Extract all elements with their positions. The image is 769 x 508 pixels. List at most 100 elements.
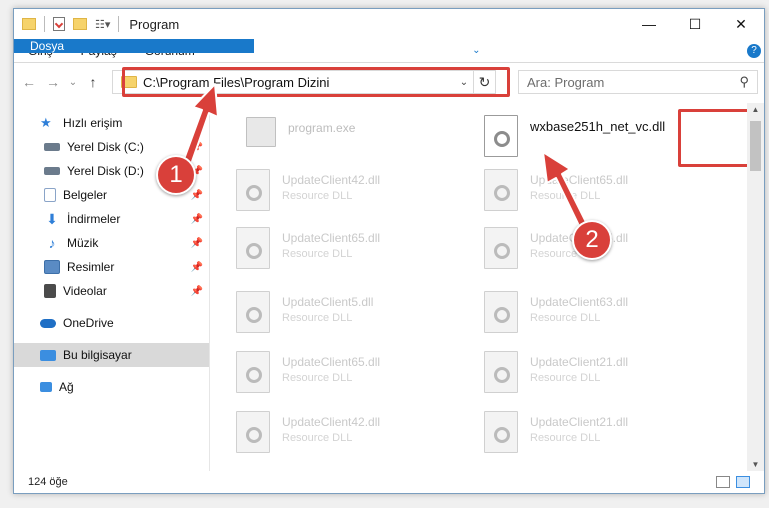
recent-locations-chevron-icon[interactable]: ⌄ [68, 77, 78, 88]
network-icon [40, 382, 52, 392]
sidebar-item-this-pc[interactable]: Bu bilgisayar [14, 343, 209, 367]
pin-icon[interactable]: 📌 [191, 190, 203, 201]
file-name: program.exe [288, 121, 356, 135]
properties-icon[interactable] [53, 17, 65, 31]
toolbar-separator [44, 16, 45, 32]
file-item[interactable]: UpdateClient65.dll Resource DLL [236, 351, 476, 393]
chevron-down-icon: ⌄ [472, 45, 481, 56]
file-item[interactable]: UpdateClient63.dll Resource DLL [484, 291, 724, 333]
file-item[interactable]: UpdateClient65.dll Resource DLL [236, 227, 476, 269]
search-input[interactable]: Ara: Program ⚲ [518, 70, 758, 94]
sidebar-item-label: İndirmeler [67, 212, 121, 226]
sidebar-item-label: Bu bilgisayar [63, 348, 132, 362]
dll-file-icon [236, 291, 270, 333]
sidebar-item-downloads[interactable]: ⬇ İndirmeler 📌 [14, 207, 209, 231]
expand-ribbon-button[interactable]: ⌄ [463, 39, 489, 62]
step-badge-2: 2 [572, 220, 612, 260]
title-bar: ☷▾ Program — ☐ ✕ [14, 9, 764, 39]
pin-icon[interactable]: 📌 [191, 238, 203, 249]
sidebar-item-label: Hızlı erişim [63, 116, 123, 130]
pin-icon[interactable]: 📌 [191, 286, 203, 297]
dll-file-icon [236, 169, 270, 211]
download-icon: ⬇ [46, 211, 58, 227]
view-switcher [716, 476, 750, 488]
toolbar-separator [118, 16, 120, 32]
file-item[interactable]: UpdateClient5.dll Resource DLL [236, 291, 476, 333]
file-name: UpdateClient21.dll [530, 415, 629, 429]
file-item[interactable]: UpdateClient21.dll Resource DLL [484, 411, 724, 453]
dll-file-icon [236, 351, 270, 393]
sidebar-item-network[interactable]: Ağ [14, 375, 209, 399]
scrollbar-thumb[interactable] [750, 121, 761, 171]
search-icon[interactable]: ⚲ [739, 74, 749, 90]
file-list: program.exe wxbase251h_net_vc.dll Update… [210, 103, 764, 471]
maximize-button[interactable]: ☐ [672, 9, 718, 39]
up-arrow-icon[interactable]: ↑ [84, 74, 102, 90]
scroll-up-arrow-icon[interactable]: ▲ [747, 105, 764, 114]
file-item[interactable]: UpdateClient42.dll Resource DLL [236, 169, 476, 211]
sidebar-item-quick-access[interactable]: ★ Hızlı erişim [14, 111, 209, 135]
quick-access-toolbar: ☷▾ [22, 16, 123, 32]
file-type: Resource DLL [530, 190, 601, 202]
application-icon [246, 117, 276, 147]
pictures-icon [44, 260, 60, 274]
large-icons-view-icon[interactable] [736, 476, 750, 488]
item-count: 124 öğe [28, 476, 68, 488]
sidebar-item-label: Belgeler [63, 188, 108, 202]
sidebar-item-label: Yerel Disk (D:) [67, 164, 144, 178]
dll-file-icon [484, 291, 518, 333]
file-item-exe[interactable]: program.exe [246, 117, 486, 147]
file-item[interactable]: UpdateClient65.dll Resource DLL [484, 169, 724, 211]
file-type: Resource DLL [282, 312, 353, 324]
file-type: Resource DLL [282, 432, 353, 444]
star-icon: ★ [40, 115, 52, 130]
gear-icon [494, 427, 510, 443]
file-name: UpdateClient65.dll [282, 231, 381, 245]
sidebar-item-label: Müzik [67, 236, 99, 250]
minimize-button[interactable]: — [626, 9, 672, 39]
sidebar-item-onedrive[interactable]: OneDrive [14, 311, 209, 335]
gear-icon [246, 243, 262, 259]
dll-file-icon [484, 411, 518, 453]
file-name: wxbase251h_net_vc.dll [530, 119, 666, 134]
pin-icon[interactable]: 📌 [191, 262, 203, 273]
file-item[interactable]: UpdateClient21.dll Resource DLL [484, 351, 724, 393]
customize-toolbar-icon[interactable]: ☷▾ [95, 18, 110, 31]
help-button[interactable]: ? [744, 39, 764, 62]
new-folder-icon[interactable] [73, 18, 87, 30]
document-icon [44, 188, 56, 202]
gear-icon [246, 185, 262, 201]
file-name: UpdateClient5.dll [282, 295, 374, 309]
gear-icon [246, 427, 262, 443]
sidebar-item-pictures[interactable]: Resimler 📌 [14, 255, 209, 279]
status-bar: 124 öğe [14, 471, 764, 493]
details-view-icon[interactable] [716, 476, 730, 488]
pin-icon[interactable]: 📌 [191, 214, 203, 225]
gear-icon [246, 307, 262, 323]
step-badge-1: 1 [156, 155, 196, 195]
file-type: Resource DLL [530, 372, 601, 384]
gear-icon [494, 131, 510, 147]
sidebar-item-music[interactable]: ♪ Müzik 📌 [14, 231, 209, 255]
file-name: UpdateClient42.dll [282, 415, 381, 429]
dll-file-icon [484, 227, 518, 269]
sidebar-item-videos[interactable]: Videolar 📌 [14, 279, 209, 303]
back-arrow-icon[interactable]: ← [20, 74, 38, 90]
file-type: Resource DLL [282, 372, 353, 384]
file-type: Resource DLL [282, 248, 353, 260]
vertical-scrollbar[interactable]: ▲ ▼ [747, 103, 764, 471]
drive-icon [44, 167, 60, 175]
file-item[interactable]: UpdateClient42.dll Resource DLL [236, 411, 476, 453]
sidebar-item-label: Resimler [67, 260, 115, 274]
address-highlight-box [122, 67, 510, 97]
pin-icon[interactable]: 📌 [191, 142, 203, 153]
drive-icon [44, 143, 60, 151]
close-button[interactable]: ✕ [718, 9, 764, 39]
file-name: UpdateClient65.dll [282, 355, 381, 369]
forward-arrow-icon[interactable]: → [44, 74, 62, 90]
file-type: Resource DLL [282, 190, 353, 202]
scroll-down-arrow-icon[interactable]: ▼ [747, 460, 764, 469]
tab-file[interactable]: Dosya [14, 39, 254, 53]
folder-icon[interactable] [22, 18, 36, 30]
gear-icon [494, 243, 510, 259]
